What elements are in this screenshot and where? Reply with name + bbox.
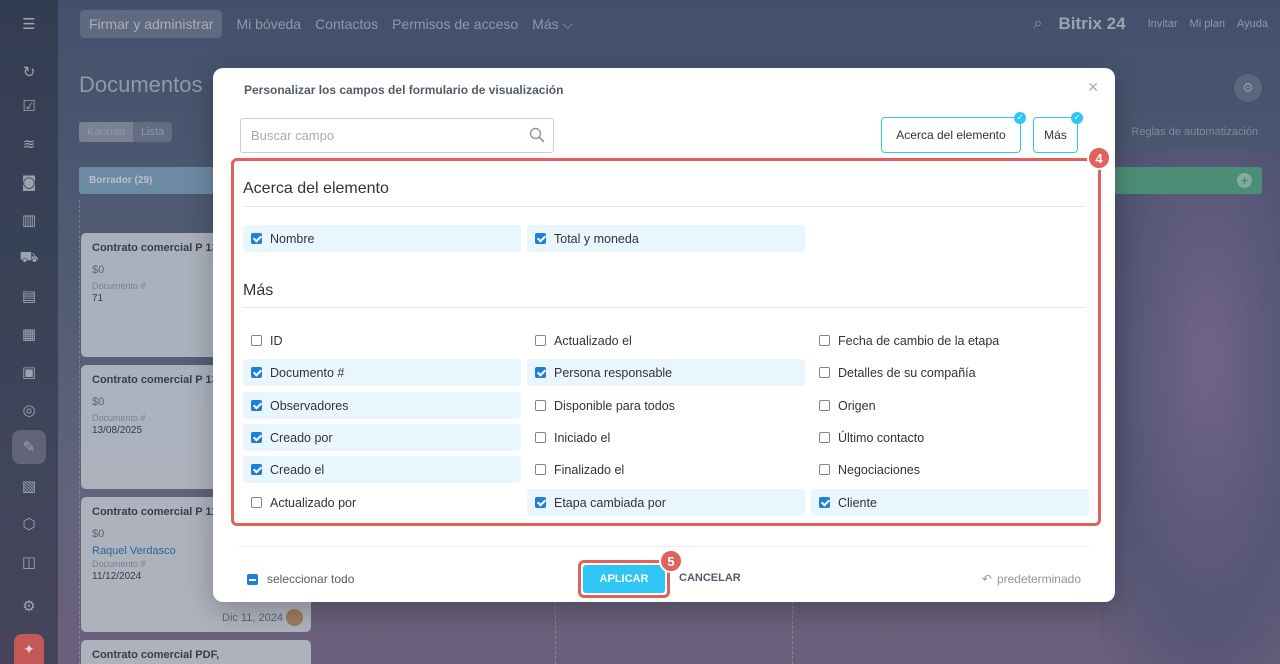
- checkbox-icon: [535, 335, 546, 346]
- checkbox-icon: [251, 335, 262, 346]
- field-checkbox[interactable]: Actualizado el: [527, 327, 805, 354]
- checkbox-icon: [251, 432, 262, 443]
- field-checkbox[interactable]: Origen: [811, 392, 1089, 419]
- checkbox-icon: [535, 497, 546, 508]
- field-checkbox[interactable]: Negociaciones: [811, 456, 1089, 483]
- field-checkbox[interactable]: Último contacto: [811, 424, 1089, 451]
- field-label: Origen: [838, 398, 876, 413]
- section-filter-label: Más: [1044, 128, 1067, 142]
- field-checkbox[interactable]: ID: [243, 327, 521, 354]
- field-checkbox[interactable]: Detalles de su compañía: [811, 359, 1089, 386]
- partial-checkbox-icon: [247, 573, 258, 585]
- checkbox-icon: [535, 464, 546, 475]
- field-checkbox[interactable]: Actualizado por: [243, 489, 521, 516]
- dialog-title: Personalizar los campos del formulario d…: [244, 83, 564, 97]
- field-search-box: [240, 118, 554, 153]
- field-label: Iniciado el: [554, 430, 611, 445]
- checkbox-icon: [819, 464, 830, 475]
- checkbox-icon: [819, 367, 830, 378]
- field-checkbox[interactable]: Total y moneda: [527, 225, 805, 252]
- section-title-about: Acerca del elemento: [243, 180, 389, 197]
- select-all-label: seleccionar todo: [267, 572, 355, 586]
- field-checkbox[interactable]: Observadores: [243, 392, 521, 419]
- checkbox-icon: [819, 335, 830, 346]
- checkbox-icon: [251, 367, 262, 378]
- field-checkbox[interactable]: Cliente: [811, 489, 1089, 516]
- field-checkbox[interactable]: Fecha de cambio de la etapa: [811, 327, 1089, 354]
- field-label: Documento #: [270, 365, 345, 380]
- field-label: ID: [270, 333, 283, 348]
- section-title-more: Más: [243, 282, 274, 299]
- step-badge-4: 4: [1087, 146, 1111, 170]
- checkbox-icon: [251, 464, 262, 475]
- apply-button[interactable]: APLICAR: [583, 565, 665, 593]
- field-checkbox[interactable]: Nombre: [243, 225, 521, 252]
- checkbox-icon: [535, 400, 546, 411]
- reset-default-label: predeterminado: [996, 572, 1081, 586]
- step-badge-5: 5: [659, 549, 683, 573]
- check-icon: ✓: [1014, 112, 1026, 124]
- field-label: Negociaciones: [838, 462, 920, 477]
- checkbox-icon: [251, 233, 262, 244]
- field-label: Detalles de su compañía: [838, 365, 976, 380]
- field-checkbox[interactable]: Finalizado el: [527, 456, 805, 483]
- field-checkbox[interactable]: Documento #: [243, 359, 521, 386]
- field-checkbox[interactable]: Etapa cambiada por: [527, 489, 805, 516]
- field-label: Finalizado el: [554, 462, 625, 477]
- field-settings-dialog: Personalizar los campos del formulario d…: [213, 68, 1115, 602]
- section-divider: [243, 307, 1086, 308]
- field-checkbox[interactable]: Persona responsable: [527, 359, 805, 386]
- cancel-button[interactable]: CANCELAR: [679, 572, 741, 584]
- field-label: Persona responsable: [554, 365, 673, 380]
- field-label: Observadores: [270, 398, 349, 413]
- field-label: Etapa cambiada por: [554, 495, 666, 510]
- field-label: Actualizado por: [270, 495, 357, 510]
- checkbox-icon: [819, 497, 830, 508]
- field-checkbox[interactable]: Creado el: [243, 456, 521, 483]
- apply-highlight: APLICAR: [578, 560, 670, 598]
- field-checkbox[interactable]: Disponible para todos: [527, 392, 805, 419]
- field-label: Cliente: [838, 495, 877, 510]
- undo-icon: ↶: [981, 572, 992, 586]
- field-label: Último contacto: [838, 430, 925, 445]
- check-icon: ✓: [1071, 112, 1083, 124]
- field-label: Nombre: [270, 231, 315, 246]
- field-label: Actualizado el: [554, 333, 632, 348]
- section-divider: [243, 206, 1086, 207]
- field-checkbox[interactable]: Iniciado el: [527, 424, 805, 451]
- select-all-toggle[interactable]: seleccionar todo: [247, 572, 354, 586]
- search-icon[interactable]: [529, 127, 545, 143]
- close-icon[interactable]: ✕: [1087, 80, 1099, 96]
- checkbox-icon: [819, 400, 830, 411]
- field-checkbox[interactable]: Creado por: [243, 424, 521, 451]
- checkbox-icon: [535, 367, 546, 378]
- section-filter-more[interactable]: Más ✓: [1033, 112, 1083, 153]
- reset-default-button[interactable]: ↶ predeterminado: [982, 572, 1081, 586]
- footer-divider: [238, 546, 1090, 547]
- fields-panel: Acerca del elemento Nombre Total y moned…: [231, 158, 1101, 526]
- section-filter-about[interactable]: Acerca del elemento ✓: [881, 112, 1026, 153]
- field-label: Creado por: [270, 430, 333, 445]
- search-input[interactable]: [241, 119, 511, 152]
- field-label: Creado el: [270, 462, 325, 477]
- checkbox-icon: [251, 400, 262, 411]
- checkbox-icon: [535, 432, 546, 443]
- section-filter-label: Acerca del elemento: [896, 128, 1006, 142]
- checkbox-icon: [535, 233, 546, 244]
- field-label: Disponible para todos: [554, 398, 675, 413]
- field-label: Total y moneda: [554, 231, 639, 246]
- checkbox-icon: [819, 432, 830, 443]
- field-label: Fecha de cambio de la etapa: [838, 333, 1000, 348]
- checkbox-icon: [251, 497, 262, 508]
